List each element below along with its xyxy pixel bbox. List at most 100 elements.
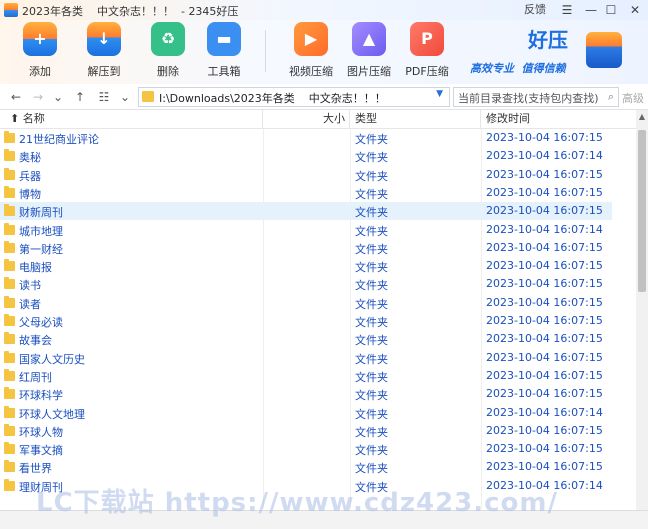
row-name: 父母必读 <box>19 316 63 329</box>
row-modified: 2023-10-04 16:07:15 <box>486 167 603 181</box>
table-row[interactable]: 军事文摘 文件夹 2023-10-04 16:07:15 <box>0 440 612 458</box>
folder-icon <box>4 387 15 400</box>
path-text: I:\Downloads\2023年各类 中文杂志！！！ <box>159 92 386 105</box>
folder-icon <box>4 259 15 272</box>
scroll-thumb[interactable] <box>638 130 646 292</box>
up-arrow-icon[interactable]: ↑ <box>72 88 88 106</box>
row-type: 文件夹 <box>355 261 388 275</box>
folder-icon <box>4 295 15 308</box>
folder-icon <box>4 368 15 381</box>
row-type: 文件夹 <box>355 297 388 311</box>
row-name: 读书 <box>19 279 41 293</box>
table-row[interactable]: 第一财经 文件夹 2023-10-04 16:07:15 <box>0 239 612 257</box>
path-dropdown-icon[interactable]: ▼ <box>436 89 443 99</box>
add-button[interactable]: + 添加 <box>12 20 68 80</box>
row-type: 文件夹 <box>355 407 388 421</box>
brand-slogan: 高效专业 值得信赖 <box>470 62 566 75</box>
folder-icon <box>4 405 15 418</box>
advanced-search-button[interactable]: 高级 <box>622 90 644 106</box>
table-row[interactable]: 国家人文历史 文件夹 2023-10-04 16:07:15 <box>0 349 612 367</box>
table-row[interactable]: 财新周刊 文件夹 2023-10-04 16:07:15 <box>0 202 612 221</box>
row-modified: 2023-10-04 16:07:14 <box>486 405 603 419</box>
video-compress-label: 视频压缩 <box>289 65 333 78</box>
hamburger-icon[interactable]: ☰ <box>556 0 578 20</box>
table-row[interactable]: 博物 文件夹 2023-10-04 16:07:15 <box>0 184 612 202</box>
path-field[interactable]: I:\Downloads\2023年各类 中文杂志！！！ ▼ <box>138 87 450 107</box>
close-icon[interactable]: ✕ <box>624 0 646 20</box>
row-modified: 2023-10-04 16:07:15 <box>486 204 603 218</box>
row-modified: 2023-10-04 16:07:15 <box>486 131 603 144</box>
folder-icon <box>142 91 154 102</box>
table-row[interactable]: 城市地理 文件夹 2023-10-04 16:07:14 <box>0 221 612 239</box>
scroll-up-icon[interactable]: ▲ <box>636 112 648 121</box>
row-type: 文件夹 <box>355 224 388 238</box>
table-row[interactable]: 红周刊 文件夹 2023-10-04 16:07:15 <box>0 367 612 385</box>
table-row[interactable]: 故事会 文件夹 2023-10-04 16:07:15 <box>0 330 612 348</box>
video-icon: ▶ <box>294 22 328 56</box>
row-type: 文件夹 <box>355 352 388 366</box>
extract-icon: ↓ <box>87 22 121 56</box>
pdf-compress-button[interactable]: P PDF压缩 <box>399 20 455 80</box>
maximize-icon[interactable]: ☐ <box>600 0 622 20</box>
minimize-icon[interactable]: — <box>580 0 602 20</box>
extract-button[interactable]: ↓ 解压到 <box>76 20 132 80</box>
row-type: 文件夹 <box>355 206 388 220</box>
folder-icon <box>4 314 15 326</box>
brand-logo: 好压 高效专业 值得信赖 <box>470 24 640 78</box>
folder-icon <box>4 350 15 363</box>
folder-icon <box>4 478 15 491</box>
delete-label: 删除 <box>157 65 179 78</box>
table-row[interactable]: 兵器 文件夹 2023-10-04 16:07:15 <box>0 166 612 184</box>
table-row[interactable]: 读者 文件夹 2023-10-04 16:07:15 <box>0 294 612 312</box>
row-modified: 2023-10-04 16:07:15 <box>486 387 603 401</box>
sort-up-icon: ⬆ <box>10 112 20 125</box>
table-row[interactable]: 奥秘 文件夹 2023-10-04 16:07:14 <box>0 147 612 165</box>
column-name[interactable]: ⬆ 名称 <box>0 110 263 128</box>
image-compress-label: 图片压缩 <box>347 65 391 78</box>
search-input[interactable]: 当前目录查找(支持包内查找) ⌕ <box>453 87 619 107</box>
row-modified: 2023-10-04 16:07:15 <box>486 314 603 327</box>
table-row[interactable]: 环球人文地理 文件夹 2023-10-04 16:07:14 <box>0 404 612 422</box>
image-compress-button[interactable]: ▲ 图片压缩 <box>341 20 397 80</box>
table-row[interactable]: 21世纪商业评论 文件夹 2023-10-04 16:07:15 <box>0 129 612 147</box>
column-size[interactable]: 大小 <box>263 110 350 128</box>
search-icon[interactable]: ⌕ <box>608 90 614 104</box>
table-row[interactable]: 看世界 文件夹 2023-10-04 16:07:15 <box>0 458 612 476</box>
table-row[interactable]: 环球科学 文件夹 2023-10-04 16:07:15 <box>0 385 612 403</box>
table-row[interactable]: 环球人物 文件夹 2023-10-04 16:07:15 <box>0 422 612 440</box>
row-type: 文件夹 <box>355 169 388 183</box>
folder-icon <box>4 277 15 290</box>
table-row[interactable]: 电脑报 文件夹 2023-10-04 16:07:15 <box>0 257 612 275</box>
delete-button[interactable]: ♻ 删除 <box>140 20 196 80</box>
image-icon: ▲ <box>352 22 386 56</box>
feedback-link[interactable]: 反馈 <box>520 0 550 20</box>
forward-arrow-icon[interactable]: → <box>30 88 46 106</box>
back-arrow-icon[interactable]: ← <box>8 88 24 106</box>
table-row[interactable]: 读书 文件夹 2023-10-04 16:07:15 <box>0 275 612 293</box>
folder-icon <box>4 149 15 162</box>
vertical-scrollbar[interactable]: ▲ <box>636 110 648 510</box>
row-type: 文件夹 <box>355 425 388 439</box>
folder-icon <box>4 185 15 198</box>
row-modified: 2023-10-04 16:07:15 <box>486 368 603 382</box>
history-chevron-icon[interactable]: ⌄ <box>50 88 66 106</box>
column-header: ⬆ 名称 大小 类型 修改时间 <box>0 110 636 129</box>
view-chevron-icon[interactable]: ⌄ <box>117 88 133 106</box>
view-mode-icon[interactable]: ☷ <box>96 88 112 106</box>
brand-name: 好压 <box>528 28 568 52</box>
row-modified: 2023-10-04 16:07:15 <box>486 185 603 199</box>
toolbar-divider <box>265 30 266 72</box>
column-type[interactable]: 类型 <box>350 110 481 128</box>
title-bar: 2023年各类 中文杂志！！！ - 2345好压 反馈 ☰ — ☐ ✕ <box>0 0 648 20</box>
toolbox-button[interactable]: ▬ 工具箱 <box>196 20 252 80</box>
column-modified[interactable]: 修改时间 <box>481 110 636 128</box>
table-row[interactable]: 父母必读 文件夹 2023-10-04 16:07:15 <box>0 312 612 330</box>
folder-icon <box>4 222 15 235</box>
row-type: 文件夹 <box>355 242 388 256</box>
pdf-icon: P <box>410 22 444 56</box>
toolbox-icon: ▬ <box>207 22 241 56</box>
video-compress-button[interactable]: ▶ 视频压缩 <box>283 20 339 80</box>
row-type: 文件夹 <box>355 462 388 476</box>
row-name: 读者 <box>19 297 41 311</box>
folder-icon <box>4 131 15 143</box>
